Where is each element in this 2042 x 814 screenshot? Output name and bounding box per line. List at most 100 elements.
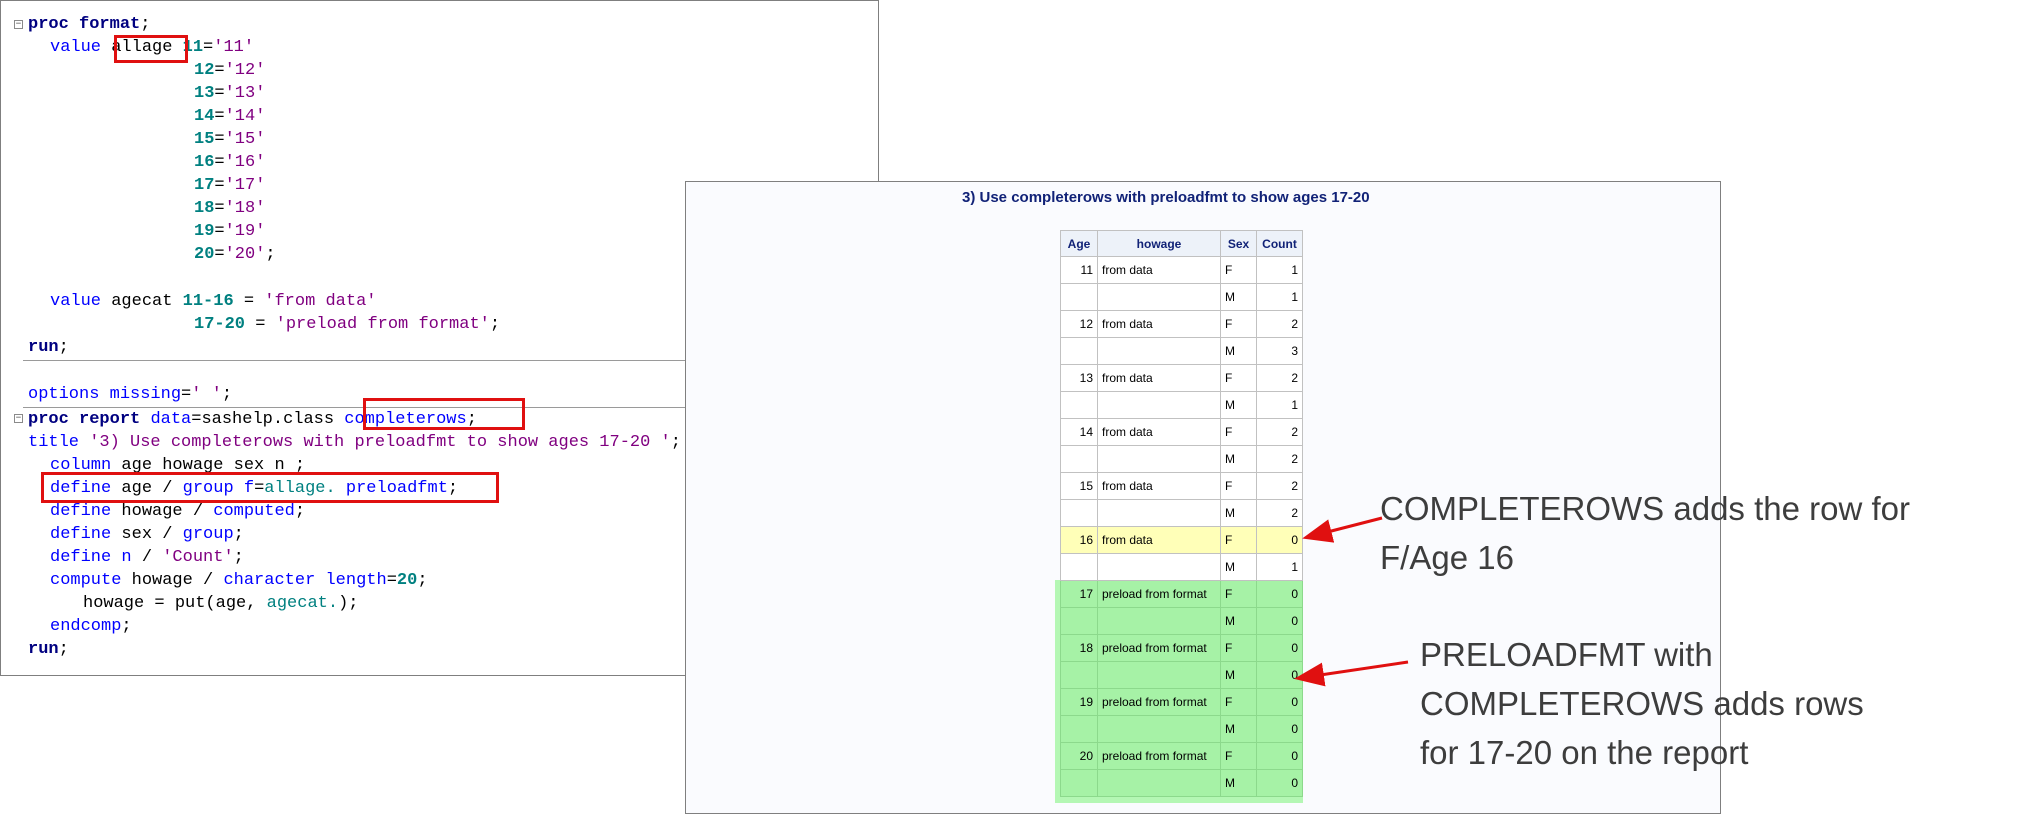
cell-count: 0 bbox=[1256, 661, 1303, 689]
cell-howage bbox=[1097, 445, 1221, 473]
cell-count: 2 bbox=[1256, 418, 1303, 446]
cell-count: 1 bbox=[1256, 391, 1303, 419]
table-header-row: Age howage Sex Count bbox=[1060, 230, 1303, 257]
table-row: 11 from data F 1 bbox=[1060, 256, 1303, 284]
code-line: value agecat 11-16 = 'from data' bbox=[50, 292, 377, 311]
cell-sex: M bbox=[1220, 715, 1257, 743]
table-row: M3 bbox=[1060, 337, 1303, 365]
cell-count: 1 bbox=[1256, 283, 1303, 311]
code-line: compute howage / character length=20; bbox=[50, 571, 428, 590]
cell-howage: preload from format bbox=[1097, 688, 1221, 716]
cell-howage: preload from format bbox=[1097, 742, 1221, 770]
code-line: 12='12' bbox=[194, 61, 266, 80]
cell-age: 11 bbox=[1060, 256, 1098, 284]
code-line: 20='20'; bbox=[194, 245, 276, 264]
cell-age: 17 bbox=[1060, 580, 1098, 608]
report-title: 3) Use completerows with preloadfmt to s… bbox=[962, 189, 1370, 206]
cell-howage bbox=[1097, 499, 1221, 527]
cell-count: 1 bbox=[1256, 256, 1303, 284]
table-row: M0 bbox=[1060, 769, 1303, 797]
cell-howage: from data bbox=[1097, 472, 1221, 500]
table-row: 12 from data F 2 bbox=[1060, 310, 1303, 338]
cell-howage bbox=[1097, 553, 1221, 581]
cell-count: 0 bbox=[1256, 607, 1303, 635]
define-age-highlight-box bbox=[41, 472, 499, 503]
code-line: 16='16' bbox=[194, 153, 266, 172]
cell-sex: F bbox=[1220, 418, 1257, 446]
table-row: 17 preload from format F 0 bbox=[1060, 580, 1303, 608]
table-row: M2 bbox=[1060, 499, 1303, 527]
column-header: Age bbox=[1060, 230, 1098, 257]
cell-howage: from data bbox=[1097, 364, 1221, 392]
table-row: 13 from data F 2 bbox=[1060, 364, 1303, 392]
cell-age: 14 bbox=[1060, 418, 1098, 446]
code-line: define sex / group; bbox=[50, 525, 244, 544]
cell-age bbox=[1060, 337, 1098, 365]
code-line: 13='13' bbox=[194, 84, 266, 103]
cell-count: 1 bbox=[1256, 553, 1303, 581]
cell-sex: F bbox=[1220, 742, 1257, 770]
cell-count: 3 bbox=[1256, 337, 1303, 365]
cell-count: 2 bbox=[1256, 310, 1303, 338]
cell-age bbox=[1060, 769, 1098, 797]
cell-sex: M bbox=[1220, 769, 1257, 797]
code-line: define n / 'Count'; bbox=[50, 548, 244, 567]
cell-sex: F bbox=[1220, 688, 1257, 716]
cell-count: 0 bbox=[1256, 526, 1303, 554]
cell-howage: preload from format bbox=[1097, 580, 1221, 608]
table-row: M1 bbox=[1060, 391, 1303, 419]
cell-count: 0 bbox=[1256, 742, 1303, 770]
cell-age: 16 bbox=[1060, 526, 1098, 554]
cell-howage bbox=[1097, 283, 1221, 311]
cell-sex: M bbox=[1220, 337, 1257, 365]
cell-age bbox=[1060, 607, 1098, 635]
cell-howage bbox=[1097, 661, 1221, 689]
cell-count: 0 bbox=[1256, 580, 1303, 608]
cell-count: 2 bbox=[1256, 445, 1303, 473]
cell-age bbox=[1060, 391, 1098, 419]
report-table: Age howage Sex Count 11 from data F 1 M 1 12 fr… bbox=[1060, 230, 1303, 797]
cell-count: 0 bbox=[1256, 688, 1303, 716]
code-line: 17-20 = 'preload from format'; bbox=[194, 315, 501, 334]
cell-sex: F bbox=[1220, 310, 1257, 338]
table-row: M1 bbox=[1060, 283, 1303, 311]
cell-howage bbox=[1097, 769, 1221, 797]
cell-sex: M bbox=[1220, 391, 1257, 419]
cell-count: 2 bbox=[1256, 499, 1303, 527]
allage-highlight-box bbox=[114, 35, 188, 63]
cell-sex: M bbox=[1220, 661, 1257, 689]
cell-sex: F bbox=[1220, 634, 1257, 662]
table-row: M0 bbox=[1060, 661, 1303, 689]
code-line: endcomp; bbox=[50, 617, 132, 636]
cell-age: 15 bbox=[1060, 472, 1098, 500]
cell-count: 0 bbox=[1256, 715, 1303, 743]
cell-howage bbox=[1097, 391, 1221, 419]
completerows-annotation: COMPLETEROWS adds the row for F/Age 16 bbox=[1380, 490, 1910, 576]
preloadfmt-annotation: PRELOADFMT with COMPLETEROWS adds rows f… bbox=[1420, 636, 1864, 771]
cell-howage bbox=[1097, 715, 1221, 743]
cell-sex: F bbox=[1220, 256, 1257, 284]
cell-sex: M bbox=[1220, 499, 1257, 527]
cell-age: 20 bbox=[1060, 742, 1098, 770]
cell-sex: F bbox=[1220, 526, 1257, 554]
fold-toggle-icon[interactable]: − bbox=[14, 20, 23, 29]
table-row: M0 bbox=[1060, 715, 1303, 743]
completerows-highlight-box bbox=[363, 398, 525, 430]
cell-age: 12 bbox=[1060, 310, 1098, 338]
column-header: Sex bbox=[1220, 230, 1257, 257]
cell-age bbox=[1060, 499, 1098, 527]
cell-sex: F bbox=[1220, 364, 1257, 392]
table-row: M0 bbox=[1060, 607, 1303, 635]
code-line: 17='17' bbox=[194, 176, 266, 195]
table-row: 16 from data F 0 bbox=[1060, 526, 1303, 554]
table-row: M2 bbox=[1060, 445, 1303, 473]
cell-count: 0 bbox=[1256, 634, 1303, 662]
code-line: proc format; bbox=[28, 15, 151, 34]
code-line: howage = put(age, agecat.); bbox=[83, 594, 359, 613]
cell-count: 2 bbox=[1256, 364, 1303, 392]
table-row: 15 from data F 2 bbox=[1060, 472, 1303, 500]
fold-toggle-icon[interactable]: − bbox=[14, 414, 23, 423]
cell-age bbox=[1060, 553, 1098, 581]
code-line: title '3) Use completerows with preloadf… bbox=[28, 433, 681, 452]
code-line: 15='15' bbox=[194, 130, 266, 149]
